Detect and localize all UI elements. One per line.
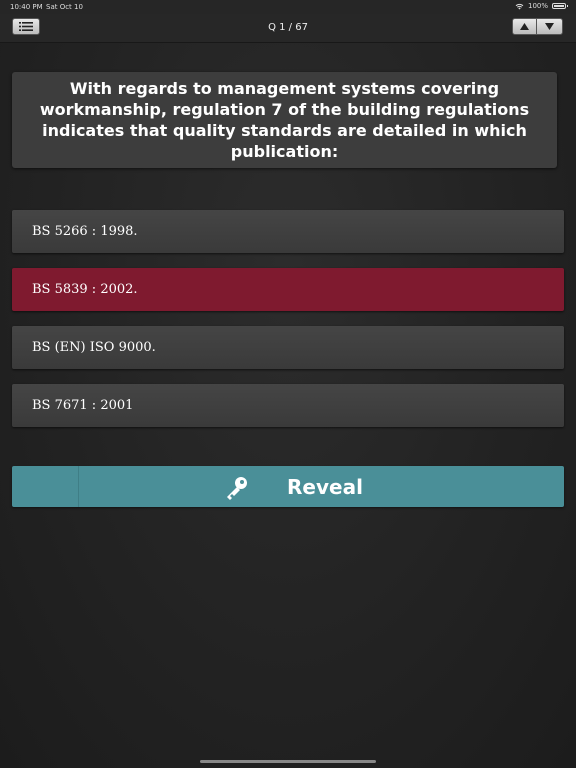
status-time: 10:40 PM [10, 3, 43, 11]
answer-label: BS 7671 : 2001 [32, 398, 134, 413]
status-date: Sat Oct 10 [46, 3, 83, 11]
answer-label: BS 5266 : 1998. [32, 224, 138, 239]
question-card: With regards to management systems cover… [12, 72, 557, 168]
battery-percent: 100% [527, 2, 548, 10]
status-right: 100% [515, 2, 568, 10]
battery-icon [552, 3, 568, 9]
answer-option-2[interactable]: BS 5839 : 2002. [12, 268, 564, 311]
answer-option-3[interactable]: BS (EN) ISO 9000. [12, 326, 564, 369]
answer-option-4[interactable]: BS 7671 : 2001 [12, 384, 564, 427]
answer-label: BS 5839 : 2002. [32, 282, 138, 297]
arrow-down-icon [545, 23, 554, 30]
wifi-icon [515, 3, 524, 9]
answer-option-1[interactable]: BS 5266 : 1998. [12, 210, 564, 253]
arrow-up-icon [520, 23, 529, 30]
battery-fill [554, 5, 564, 7]
answer-label: BS (EN) ISO 9000. [32, 340, 156, 355]
reveal-divider [78, 466, 79, 507]
key-icon [227, 477, 247, 500]
question-text: With regards to management systems cover… [39, 79, 530, 161]
home-indicator [200, 760, 376, 763]
question-counter: Q 1 / 67 [268, 22, 308, 33]
reveal-button[interactable]: Reveal [12, 466, 564, 507]
status-bar: 10:40 PM Sat Oct 10 100% [0, 0, 576, 14]
nav-bar: Q 1 / 67 [0, 14, 576, 43]
next-question-button[interactable] [537, 18, 563, 35]
previous-question-button[interactable] [512, 18, 537, 35]
reveal-label: Reveal [287, 475, 363, 499]
